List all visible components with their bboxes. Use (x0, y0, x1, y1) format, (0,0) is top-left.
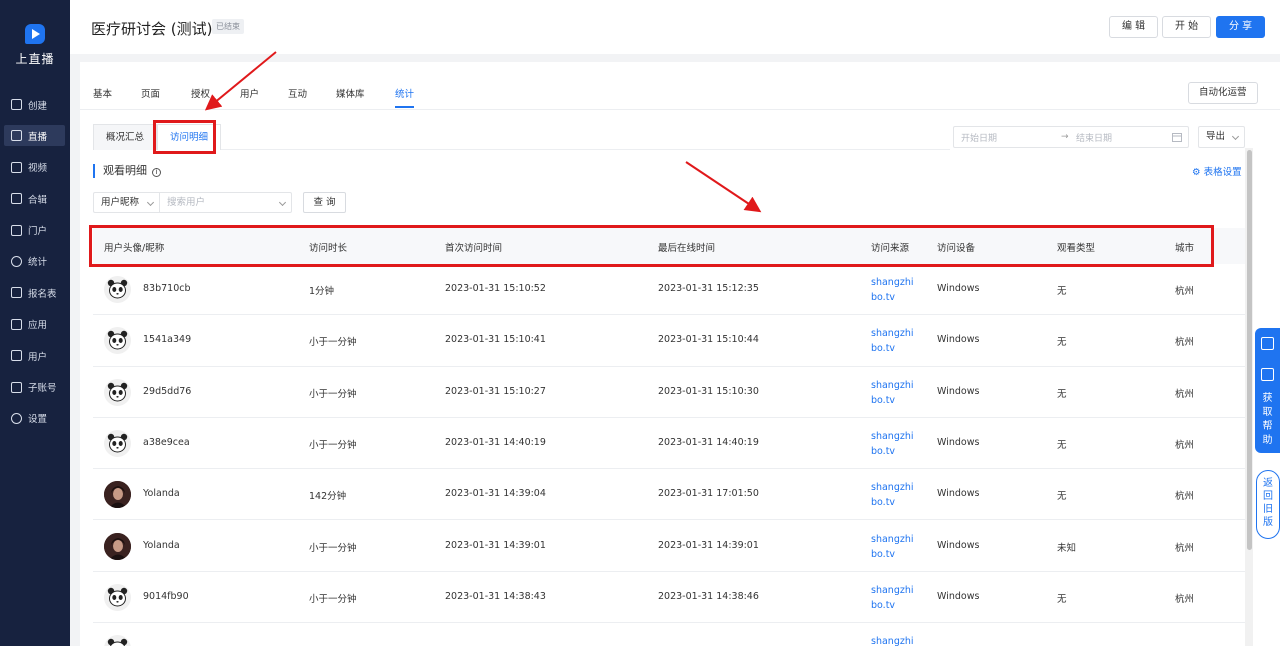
annotation-arrow-2 (685, 161, 762, 213)
annotation-arrow-1 (204, 51, 277, 111)
annotation-arrows (204, 51, 762, 213)
